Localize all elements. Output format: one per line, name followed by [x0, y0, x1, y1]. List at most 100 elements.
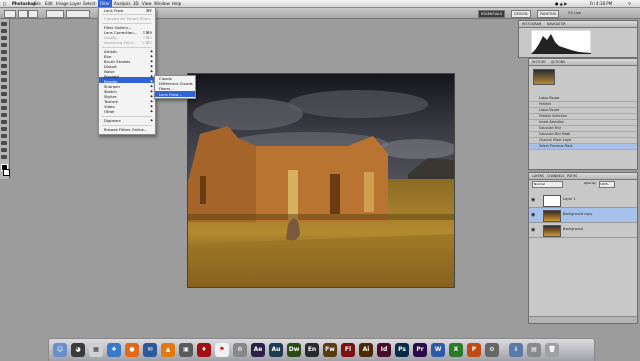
eye-icon[interactable]: ◉ — [531, 212, 535, 218]
system-preferences-icon[interactable]: ⚙ — [485, 343, 499, 357]
layer-row[interactable]: ◉ Background — [529, 223, 637, 238]
document-canvas[interactable] — [187, 73, 455, 288]
tab-history[interactable]: HISTORY — [532, 59, 546, 65]
antialias-checkbox[interactable] — [66, 10, 90, 18]
mission-control-icon[interactable]: ▦ — [89, 343, 103, 357]
workspace-design-button[interactable]: DESIGN — [511, 10, 531, 18]
brush-tool-icon[interactable] — [1, 71, 7, 75]
tab-layers[interactable]: LAYERS — [532, 173, 544, 179]
history-step-current[interactable]: Select Previous Mask — [529, 144, 637, 150]
healing-tool-icon[interactable] — [1, 64, 7, 68]
eraser-tool-icon[interactable] — [1, 92, 7, 96]
tool-preset-picker[interactable] — [4, 10, 16, 18]
quick-select-tool-icon[interactable] — [1, 43, 7, 47]
clone-stamp-tool-icon[interactable] — [1, 78, 7, 82]
illustrator-icon[interactable]: Ai — [359, 343, 373, 357]
documents-stack-icon[interactable]: ▤ — [527, 343, 541, 357]
blend-mode-select[interactable]: Normal — [532, 181, 563, 188]
menu-item-digimarc[interactable]: Digimarc — [104, 118, 121, 123]
indesign-icon[interactable]: Id — [377, 343, 391, 357]
premiere-icon[interactable]: Pr — [413, 343, 427, 357]
dodge-tool-icon[interactable] — [1, 113, 7, 117]
fireworks-icon[interactable]: Fw — [323, 343, 337, 357]
layer-row-selected[interactable]: ◉ Background copy — [529, 208, 637, 223]
path-select-tool-icon[interactable] — [1, 134, 7, 138]
hand-tool-icon[interactable] — [1, 148, 7, 152]
workspace-painting-button[interactable]: PAINTING — [537, 10, 560, 18]
tab-channels[interactable]: CHANNELS — [547, 173, 564, 179]
eyedropper-tool-icon[interactable] — [1, 57, 7, 61]
trash-icon[interactable]: 🗑 — [545, 343, 559, 357]
tab-actions[interactable]: ACTIONS — [551, 59, 565, 65]
acrobat-icon[interactable]: ♦ — [197, 343, 211, 357]
powerpoint-icon[interactable]: P — [467, 343, 481, 357]
crop-tool-icon[interactable] — [1, 50, 7, 54]
finder-icon[interactable]: ☺ — [53, 343, 67, 357]
menu-item-other[interactable]: Other — [104, 109, 115, 114]
pen-tool-icon[interactable] — [1, 120, 7, 124]
history-snapshot-thumb[interactable] — [533, 69, 555, 85]
encore-icon[interactable]: En — [305, 343, 319, 357]
menu-item-lens-flare-repeat[interactable]: Lens Flare — [104, 8, 123, 13]
menu-item-vanishing-point[interactable]: Vanishing Point... — [104, 40, 137, 45]
photo-app-icon[interactable]: ▣ — [179, 343, 193, 357]
menu-select[interactable]: Select — [83, 0, 95, 7]
pdf-app-icon[interactable]: ⚑ — [215, 343, 229, 357]
layer-row[interactable]: ◉ Layer 1 — [529, 193, 637, 208]
apple-icon[interactable]:  — [3, 0, 5, 7]
shape-tool-icon[interactable] — [1, 141, 7, 145]
dashboard-icon[interactable]: ◕ — [71, 343, 85, 357]
firefox-icon[interactable]: ● — [125, 343, 139, 357]
menu-filter[interactable]: Filter — [98, 0, 112, 7]
background-color-swatch[interactable] — [3, 169, 10, 176]
spotlight-icon[interactable]: ⚲ — [628, 0, 631, 7]
menu-image[interactable]: Image — [56, 0, 69, 7]
menu-item-browse-filters-online[interactable]: Browse Filters Online... — [104, 127, 148, 132]
menu-item-fibers[interactable]: Fibers... — [159, 86, 174, 91]
layer-thumbnail — [543, 195, 561, 207]
tab-paths[interactable]: PATHS — [567, 173, 577, 179]
workspace-essentials-button[interactable]: ESSENTIALS — [478, 10, 506, 18]
menu-view[interactable]: View — [142, 0, 152, 7]
layers-footer-buttons[interactable] — [529, 316, 637, 323]
type-tool-icon[interactable] — [1, 127, 7, 131]
move-tool-icon[interactable] — [1, 22, 7, 26]
new-selection-button[interactable] — [18, 10, 28, 18]
tab-navigator[interactable]: NAVIGATOR — [547, 21, 566, 27]
eye-icon[interactable]: ◉ — [531, 227, 535, 233]
audition-icon[interactable]: Au — [269, 343, 283, 357]
word-icon[interactable]: W — [431, 343, 445, 357]
vlc-icon[interactable]: ▲ — [161, 343, 175, 357]
after-effects-icon[interactable]: Ae — [251, 343, 265, 357]
safari-icon[interactable]: ❖ — [107, 343, 121, 357]
menu-window[interactable]: Window — [154, 0, 170, 7]
menu-help[interactable]: Help — [172, 0, 181, 7]
mail-icon[interactable]: ✉ — [143, 343, 157, 357]
marquee-tool-icon[interactable] — [1, 29, 7, 33]
downloads-stack-icon[interactable]: ⇩ — [509, 343, 523, 357]
eye-icon[interactable]: ◉ — [531, 197, 535, 203]
menu-item-lens-flare[interactable]: Lens Flare... — [159, 92, 182, 97]
menu-layer[interactable]: Layer — [70, 0, 81, 7]
opacity-field[interactable]: 100% — [599, 181, 615, 188]
feather-field[interactable] — [46, 10, 64, 18]
lasso-tool-icon[interactable] — [1, 36, 7, 40]
tab-histogram[interactable]: HISTOGRAM — [522, 21, 541, 27]
blur-tool-icon[interactable] — [1, 106, 7, 110]
gradient-tool-icon[interactable] — [1, 99, 7, 103]
zoom-tool-icon[interactable] — [1, 155, 7, 159]
menu-3d[interactable]: 3D — [133, 0, 139, 7]
menu-edit[interactable]: Edit — [45, 0, 53, 7]
flash-icon[interactable]: Fl — [341, 343, 355, 357]
cs-live-button[interactable]: CS Live — [566, 10, 583, 16]
photoshop-icon[interactable]: Ps — [395, 343, 409, 357]
menu-file[interactable]: File — [34, 0, 41, 7]
menu-item-convert-smart-filters[interactable]: Convert for Smart Filters — [104, 16, 151, 21]
utility-app-icon[interactable]: ⚙ — [233, 343, 247, 357]
menu-app-name[interactable]: Photoshop — [12, 0, 36, 7]
add-selection-button[interactable] — [28, 10, 38, 18]
history-brush-tool-icon[interactable] — [1, 85, 7, 89]
excel-icon[interactable]: X — [449, 343, 463, 357]
dreamweaver-icon[interactable]: Dw — [287, 343, 301, 357]
menu-analysis[interactable]: Analysis — [114, 0, 130, 7]
